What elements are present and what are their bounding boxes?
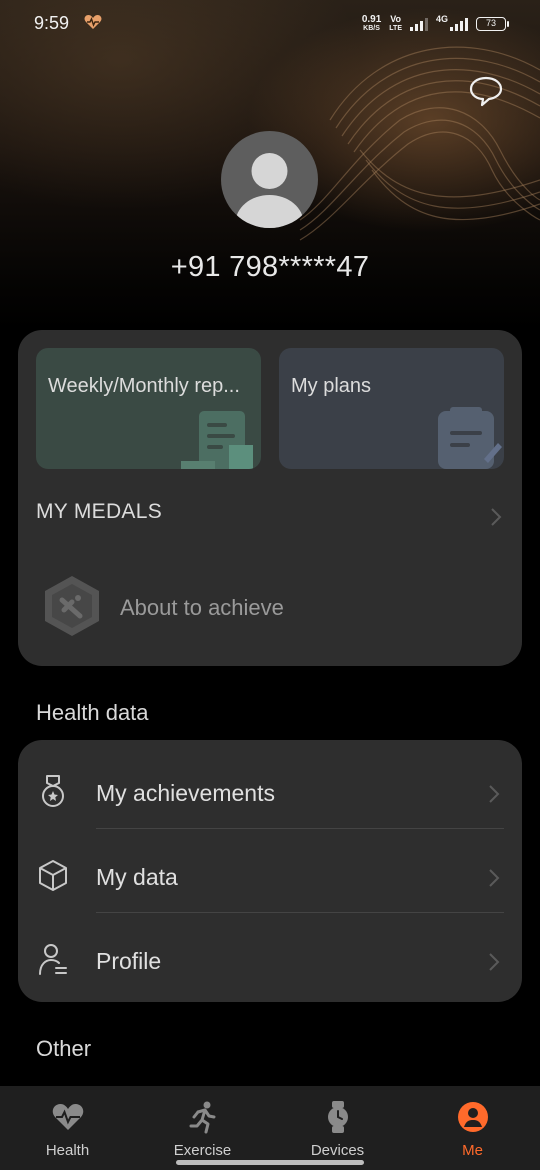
signal-icon-sim2 [450,17,468,31]
nav-label-me: Me [462,1142,483,1159]
status-bar: 9:59 0.91 KB/S Vo LTE 4G 73 [0,0,540,46]
nav-label-health: Health [45,1142,90,1159]
tile-label-report: Weekly/Monthly rep... [48,375,240,397]
tile-label-plans: My plans [291,375,372,397]
profile-summary-card: Weekly/Monthly rep... My plans MY MEDALS [18,330,522,666]
medals-title: MY MEDALS [36,500,163,523]
nav-label-exercise: Exercise [173,1142,232,1159]
nav-exercise[interactable]: Exercise [135,1086,270,1170]
report-document-icon [181,411,253,469]
list-divider [96,828,504,829]
user-phone-number: +91 798*****47 [170,251,370,283]
health-data-card: My achievements My data Profile [18,740,522,1002]
running-person-icon [189,1101,215,1134]
my-achievements-item[interactable]: My achievements [18,746,522,830]
network-speed: 0.91 KB/S [361,14,382,33]
nav-health[interactable]: Health [0,1086,135,1170]
chevron-right-icon [489,785,500,803]
chevron-right-icon [489,953,500,971]
profile-label: Profile [96,948,162,974]
plan-clipboard-icon [438,407,502,469]
person-circle-icon [457,1102,488,1132]
medal-status-text: About to achieve [120,595,284,620]
my-plans-tile[interactable]: My plans [279,348,504,469]
profile-item[interactable]: Profile [18,914,522,998]
person-profile-icon [39,944,67,975]
status-time: 9:59 [34,13,70,33]
my-data-label: My data [96,864,178,890]
nav-me[interactable]: Me [405,1086,540,1170]
volte-indicator: Vo LTE [389,14,402,33]
health-heart-icon [84,15,102,29]
weekly-monthly-report-tile[interactable]: Weekly/Monthly rep... [36,348,261,469]
network-type: 4G [435,14,448,24]
heart-pulse-icon [52,1104,83,1130]
health-data-heading: Health data [36,700,149,725]
smartwatch-icon [327,1101,348,1133]
home-indicator[interactable] [176,1160,364,1165]
nav-label-devices: Devices [310,1142,365,1159]
chat-bubble-icon[interactable] [468,74,504,108]
hexagon-medal-icon[interactable] [42,574,102,638]
my-medals-row[interactable]: MY MEDALS [18,490,522,536]
chevron-right-icon [491,508,502,526]
avatar[interactable] [221,131,318,228]
medal-icon [42,775,64,807]
chevron-right-icon [489,869,500,887]
bottom-navigation: Health Exercise Devices Me [0,1086,540,1170]
battery-icon: 73 [476,17,509,31]
signal-icon-sim1 [409,17,428,31]
nav-devices[interactable]: Devices [270,1086,405,1170]
status-indicators: 0.91 KB/S Vo LTE 4G 73 [361,13,509,35]
cube-icon [39,860,67,891]
my-data-item[interactable]: My data [18,830,522,914]
default-user-avatar-icon [235,153,304,228]
list-divider [96,912,504,913]
other-heading: Other [36,1036,92,1061]
my-achievements-label: My achievements [96,780,275,806]
